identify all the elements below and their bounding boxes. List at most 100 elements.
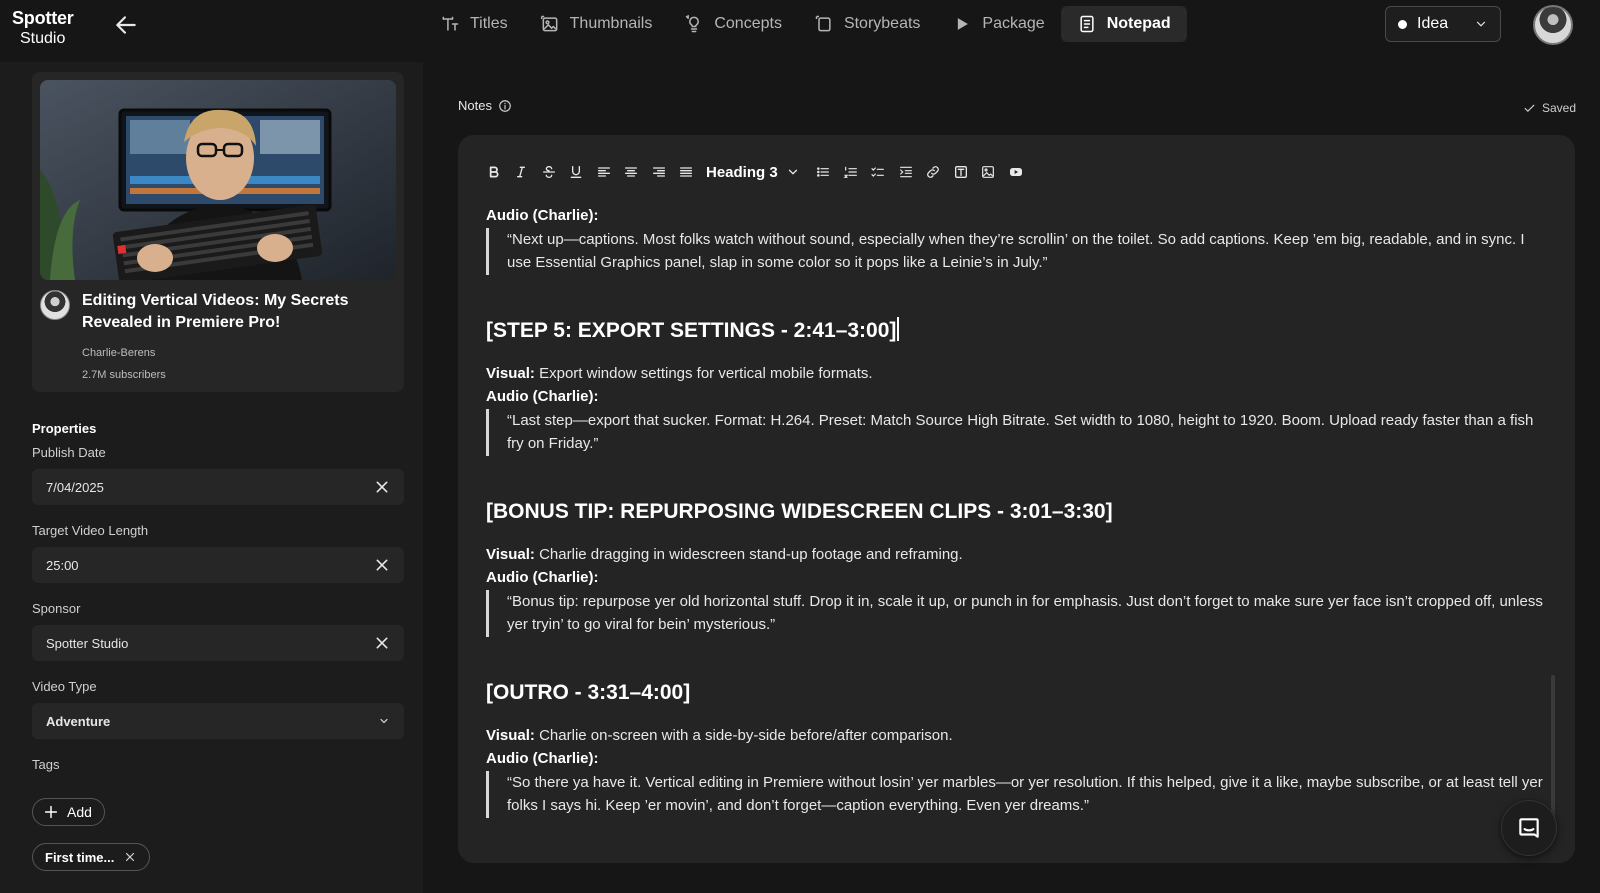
chat-icon <box>1519 818 1539 838</box>
bold-icon <box>489 166 499 178</box>
nav-package[interactable]: Package <box>936 6 1060 42</box>
check-icon <box>1524 104 1535 112</box>
nav-label: Concepts <box>714 15 782 32</box>
sponsor-field[interactable]: Spotter Studio <box>32 625 404 661</box>
link-button[interactable] <box>920 160 948 184</box>
text-cursor <box>897 316 900 341</box>
status-label: Idea <box>1417 15 1449 32</box>
text-t-icon <box>442 16 459 31</box>
chevron-down-icon <box>380 718 388 724</box>
audio-label: Audio (Charlie): <box>486 569 599 586</box>
editor-content[interactable]: Audio (Charlie): “Next up—captions. Most… <box>486 204 1546 818</box>
target-length-value: 25:00 <box>46 557 79 573</box>
align-justify-icon <box>680 167 693 177</box>
nav-label: Titles <box>470 15 508 32</box>
user-avatar[interactable] <box>1533 5 1573 45</box>
insert-video-button[interactable] <box>1002 160 1030 184</box>
ordered-list-button[interactable] <box>837 160 865 184</box>
nav-label: Notepad <box>1106 15 1171 32</box>
video-title[interactable]: Editing Vertical Videos: My Secrets Reve… <box>82 290 382 334</box>
heading-select-value: Heading 3 <box>706 163 778 181</box>
youtube-icon <box>1009 168 1022 176</box>
visual-text: Export window settings for vertical mobi… <box>539 364 873 382</box>
visual-text: Charlie on-screen with a side-by-side be… <box>539 726 953 744</box>
indent-icon <box>900 166 912 178</box>
align-left-button[interactable] <box>590 160 618 184</box>
clear-icon[interactable] <box>374 635 390 651</box>
notes-editor[interactable]: Heading 3 Audio (Charlie): “Next up—capt… <box>458 135 1575 863</box>
plus-icon <box>44 805 58 819</box>
publish-date-field[interactable]: 7/04/2025 <box>32 469 404 505</box>
bullet-list-icon <box>817 167 830 177</box>
strikethrough-button[interactable] <box>535 160 563 184</box>
status-dropdown[interactable]: Idea <box>1385 6 1501 42</box>
nav-storybeats[interactable]: Storybeats <box>798 6 936 42</box>
nav-thumbnails[interactable]: Thumbnails <box>524 6 669 42</box>
editor-scrollbar[interactable] <box>1551 675 1555 825</box>
nav-label: Thumbnails <box>569 15 653 32</box>
back-arrow-icon[interactable] <box>113 12 139 38</box>
checklist-icon <box>871 167 885 177</box>
visual-label: Visual: <box>486 364 535 382</box>
remove-tag-icon[interactable] <box>124 851 136 863</box>
heading-select[interactable]: Heading 3 <box>700 160 810 184</box>
bullet-list-button[interactable] <box>810 160 838 184</box>
nav-titles[interactable]: Titles <box>424 6 524 42</box>
clear-icon[interactable] <box>374 479 390 495</box>
align-center-button[interactable] <box>618 160 646 184</box>
text-block-button[interactable] <box>947 160 975 184</box>
chevron-down-icon <box>1476 21 1486 27</box>
chat-support-button[interactable] <box>1501 800 1557 856</box>
storyboard-icon <box>815 15 831 32</box>
align-right-icon <box>652 167 665 177</box>
tag-chip[interactable]: First time... <box>32 843 150 871</box>
publish-date-label: Publish Date <box>32 445 106 460</box>
play-icon <box>958 18 969 30</box>
info-icon[interactable] <box>498 99 512 113</box>
add-tag-button[interactable]: Add <box>32 798 105 826</box>
section-heading: [OUTRO - 3:31–4:00] <box>486 680 691 704</box>
video-type-value: Adventure <box>46 713 111 729</box>
underline-icon <box>570 166 582 178</box>
nav-notepad[interactable]: Notepad <box>1060 6 1187 42</box>
tag-label: First time... <box>45 849 115 865</box>
add-tag-label: Add <box>67 804 92 820</box>
video-thumbnail[interactable] <box>40 80 396 280</box>
audio-label: Audio (Charlie): <box>486 750 599 767</box>
save-status: Saved <box>1523 101 1576 115</box>
publish-date-value: 7/04/2025 <box>46 479 104 495</box>
ordered-list-icon <box>843 166 857 178</box>
indent-button[interactable] <box>892 160 920 184</box>
subscriber-count: 2.7M subscribers <box>82 369 166 381</box>
audio-label: Audio (Charlie): <box>486 207 599 224</box>
checklist-button[interactable] <box>865 160 893 184</box>
lightbulb-icon <box>686 14 700 33</box>
thumbnail-illustration <box>40 80 396 280</box>
align-right-button[interactable] <box>645 160 673 184</box>
top-bar: Spotter Studio Titles Thumbnails Concept… <box>0 0 1600 62</box>
visual-text: Charlie dragging in widescreen stand-up … <box>539 545 963 563</box>
italic-button[interactable] <box>508 160 536 184</box>
clear-icon[interactable] <box>374 557 390 573</box>
sponsor-value: Spotter Studio <box>46 635 129 651</box>
target-length-field[interactable]: 25:00 <box>32 547 404 583</box>
insert-image-button[interactable] <box>975 160 1003 184</box>
brand-logo[interactable]: Spotter Studio <box>12 9 74 48</box>
align-justify-button[interactable] <box>673 160 701 184</box>
nav-concepts[interactable]: Concepts <box>668 6 798 42</box>
text-block-icon <box>954 166 967 178</box>
audio-quote: “Next up—captions. Most folks watch with… <box>486 227 1546 275</box>
nav-label: Package <box>982 15 1045 32</box>
underline-button[interactable] <box>563 160 591 184</box>
bold-button[interactable] <box>480 160 508 184</box>
brand-name-line2: Studio <box>20 30 66 47</box>
target-length-label: Target Video Length <box>32 523 149 538</box>
audio-quote: “So there ya have it. Vertical editing i… <box>486 770 1546 818</box>
align-center-icon <box>625 167 638 177</box>
image-icon <box>982 166 995 178</box>
channel-avatar[interactable] <box>40 290 70 320</box>
video-card: Editing Vertical Videos: My Secrets Reve… <box>32 72 404 392</box>
section-heading: [BONUS TIP: REPURPOSING WIDESCREEN CLIPS… <box>486 499 1113 523</box>
link-icon <box>927 166 940 178</box>
video-type-select[interactable]: Adventure <box>32 703 404 739</box>
